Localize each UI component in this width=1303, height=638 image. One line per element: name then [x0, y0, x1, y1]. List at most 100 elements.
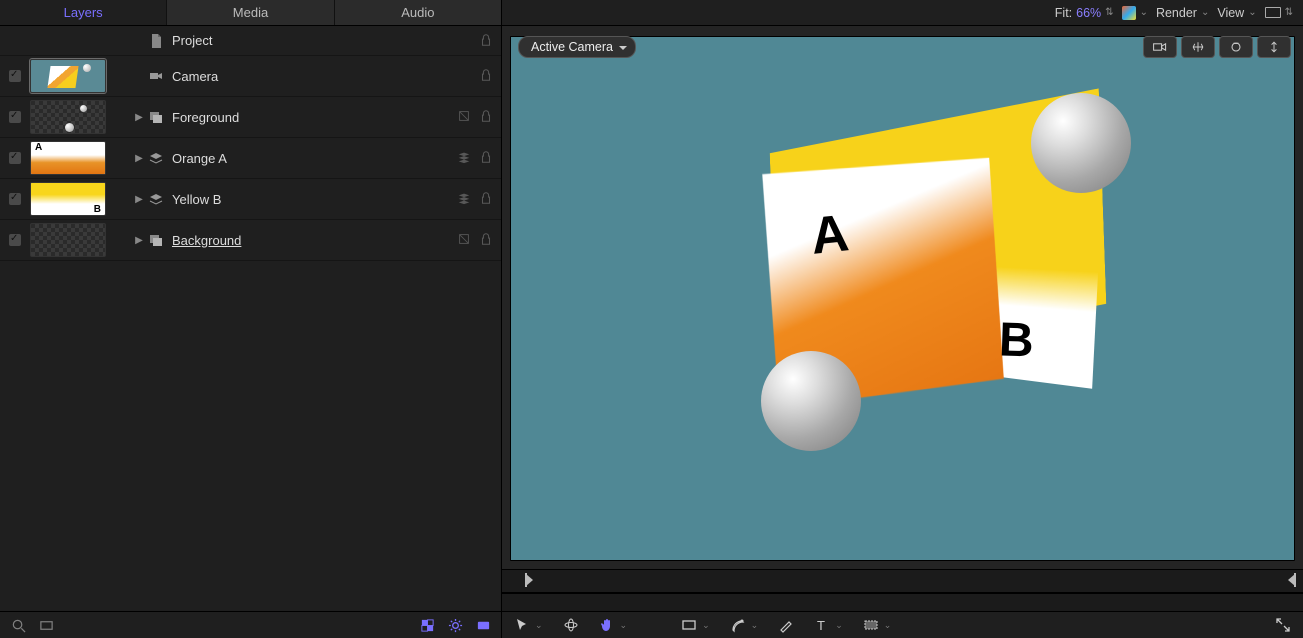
visibility-checkbox[interactable] — [9, 193, 21, 205]
panel-tabs: Layers Media Audio — [0, 0, 501, 26]
search-icon[interactable] — [10, 617, 26, 633]
lock-icon[interactable] — [479, 191, 495, 207]
chevron-down-icon: ⌄ — [751, 620, 759, 631]
tab-layers[interactable]: Layers — [0, 0, 167, 25]
view-menu[interactable]: View ⌄ — [1217, 6, 1256, 20]
svg-text:T: T — [817, 618, 825, 633]
camera-dropdown[interactable]: Active Camera — [518, 36, 636, 58]
paint-tool[interactable] — [778, 617, 794, 633]
layer-name: Orange A — [168, 151, 453, 166]
lock-icon[interactable] — [479, 150, 495, 166]
layer-name: Project — [168, 33, 475, 48]
2d-icon[interactable] — [457, 232, 473, 248]
layer-name: Yellow B — [168, 192, 453, 207]
select-tool[interactable]: ⌄ — [514, 617, 543, 633]
color-swatch-icon — [1122, 6, 1136, 20]
lock-icon[interactable] — [479, 68, 495, 84]
left-panel: Layers Media Audio Project — [0, 0, 502, 638]
stepper-icon: ⇅ — [1105, 7, 1113, 18]
disclosure-triangle[interactable]: ▶ — [134, 153, 144, 164]
layout-icon — [1265, 7, 1281, 18]
chevron-down-icon: ⌄ — [620, 620, 628, 631]
layer-name: Foreground — [168, 110, 453, 125]
tab-audio[interactable]: Audio — [335, 0, 501, 25]
3d-transform-tool[interactable] — [563, 617, 579, 633]
canvas-area: Active Camera A B — [502, 26, 1303, 569]
layer-thumbnail[interactable] — [30, 223, 106, 257]
right-panel: Fit: 66% ⇅ ⌄ Render ⌄ View ⌄ ⇅ — [502, 0, 1303, 638]
layout-menu[interactable]: ⇅ — [1265, 7, 1293, 18]
lock-icon[interactable] — [479, 33, 495, 49]
chevron-down-icon: ⌄ — [1140, 7, 1148, 18]
pen-tool[interactable]: ⌄ — [730, 617, 759, 633]
disclosure-triangle[interactable]: ▶ — [134, 112, 144, 123]
layer-row-background[interactable]: ▶ Background — [0, 220, 501, 261]
clip-icon[interactable] — [475, 617, 491, 633]
lock-icon[interactable] — [479, 109, 495, 125]
visibility-checkbox[interactable] — [9, 152, 21, 164]
visibility-checkbox[interactable] — [9, 70, 21, 82]
checker-icon[interactable] — [419, 617, 435, 633]
play-range-in-icon[interactable] — [526, 574, 533, 586]
layer-thumbnail[interactable] — [30, 59, 106, 93]
chevron-down-icon: ⌄ — [1248, 7, 1256, 18]
group-icon — [148, 109, 164, 125]
2d-icon[interactable] — [457, 109, 473, 125]
expand-tool[interactable] — [1275, 617, 1291, 633]
text-tool[interactable]: T⌄ — [814, 617, 843, 633]
layer-thumbnail[interactable] — [30, 182, 106, 216]
play-range-out-icon[interactable] — [1288, 574, 1295, 586]
gear-icon[interactable] — [447, 617, 463, 633]
color-channel-menu[interactable]: ⌄ — [1122, 6, 1148, 20]
layer-row-project[interactable]: Project — [0, 26, 501, 56]
letter-b: B — [998, 312, 1035, 368]
sphere-bottom-left — [761, 351, 861, 451]
camera-icon — [148, 68, 164, 84]
view-label: View — [1217, 6, 1244, 20]
disclosure-triangle[interactable]: ▶ — [134, 235, 144, 246]
layer-row-yellow-b[interactable]: ▶ Yellow B — [0, 179, 501, 220]
mini-timeline[interactable] — [502, 569, 1303, 593]
chevron-down-icon: ⌄ — [884, 620, 892, 631]
render-menu[interactable]: Render ⌄ — [1156, 6, 1209, 20]
view-pan-button[interactable] — [1181, 36, 1215, 58]
layer-thumbnail[interactable] — [30, 141, 106, 175]
fit-value: 66% — [1076, 6, 1101, 20]
view-orbit-button[interactable] — [1219, 36, 1253, 58]
stack-mode-icon[interactable] — [457, 191, 473, 207]
canvas-toolbar: ⌄ ⌄ ⌄ ⌄ T⌄ ⌄ — [502, 611, 1303, 638]
hand-tool[interactable]: ⌄ — [599, 617, 628, 633]
layer-row-foreground[interactable]: ▶ Foreground — [0, 97, 501, 138]
viewport[interactable]: A B — [510, 36, 1295, 561]
layer-name: Camera — [168, 69, 475, 84]
group-icon — [148, 232, 164, 248]
mask-tool[interactable]: ⌄ — [863, 617, 892, 633]
visibility-checkbox[interactable] — [9, 234, 21, 246]
camera-dropdown-label: Active Camera — [531, 40, 613, 54]
layer-thumbnail[interactable] — [30, 100, 106, 134]
lock-icon[interactable] — [479, 232, 495, 248]
view-camera-button[interactable] — [1143, 36, 1177, 58]
stack-mode-icon[interactable] — [457, 150, 473, 166]
layer-stack-icon — [148, 150, 164, 166]
visibility-checkbox[interactable] — [9, 111, 21, 123]
fit-control[interactable]: Fit: 66% ⇅ — [1055, 6, 1114, 20]
timeline-track-area[interactable] — [502, 593, 1303, 611]
canvas-artwork: A B — [693, 101, 1113, 461]
chevron-down-icon: ⌄ — [702, 620, 710, 631]
view-dolly-button[interactable] — [1257, 36, 1291, 58]
sphere-top-right — [1031, 93, 1131, 193]
layer-row-camera[interactable]: Camera — [0, 56, 501, 97]
layer-list: Project Camera — [0, 26, 501, 611]
layer-name: Background — [168, 233, 453, 248]
layer-row-orange-a[interactable]: ▶ Orange A — [0, 138, 501, 179]
fit-label: Fit: — [1055, 6, 1072, 20]
rectangle-tool[interactable]: ⌄ — [681, 617, 710, 633]
project-icon — [148, 33, 164, 49]
frame-icon[interactable] — [38, 617, 54, 633]
layer-stack-icon — [148, 191, 164, 207]
disclosure-triangle[interactable]: ▶ — [134, 194, 144, 205]
tab-media[interactable]: Media — [167, 0, 334, 25]
left-bottom-toolbar — [0, 611, 501, 638]
viewport-topbar: Fit: 66% ⇅ ⌄ Render ⌄ View ⌄ ⇅ — [502, 0, 1303, 26]
